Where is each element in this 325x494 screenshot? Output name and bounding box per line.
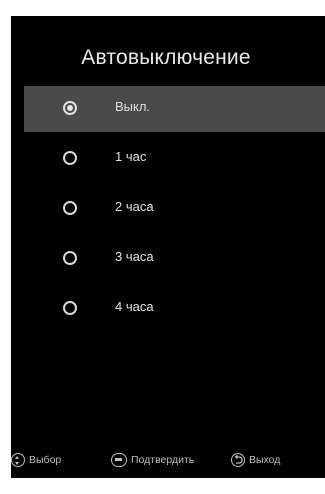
option-off[interactable]: Выкл. [24,86,325,132]
option-label: 1 час [115,149,147,164]
radio-icon [63,251,77,265]
option-1-hour[interactable]: 1 час [11,136,325,182]
radio-selected-icon [63,101,77,115]
option-4-hours[interactable]: 4 часа [11,286,325,332]
option-label: Выкл. [115,99,151,114]
up-down-icon [11,453,25,467]
confirm-hint[interactable]: Подтвердить [111,450,194,470]
radio-icon [63,201,77,215]
option-2-hours[interactable]: 2 часа [11,186,325,232]
back-icon [231,453,245,467]
radio-icon [63,151,77,165]
select-hint[interactable]: Выбор [11,450,61,470]
option-label: 4 часа [115,299,154,314]
confirm-hint-label: Подтвердить [131,454,195,466]
exit-hint-label: Выход [249,454,281,466]
option-label: 2 часа [115,199,154,214]
dialog-title: Автовыключение [81,46,251,69]
option-3-hours[interactable]: 3 часа [11,236,325,282]
option-label: 3 часа [115,249,154,264]
enter-button-icon [111,453,127,467]
sleep-timer-dialog: Автовыключение Выкл. 1 час 2 часа 3 часа… [11,16,325,478]
exit-hint[interactable]: Выход [231,450,280,470]
radio-icon [63,301,77,315]
key-hints-bar: Выбор Подтвердить Выход [11,450,325,470]
select-hint-label: Выбор [29,454,62,466]
